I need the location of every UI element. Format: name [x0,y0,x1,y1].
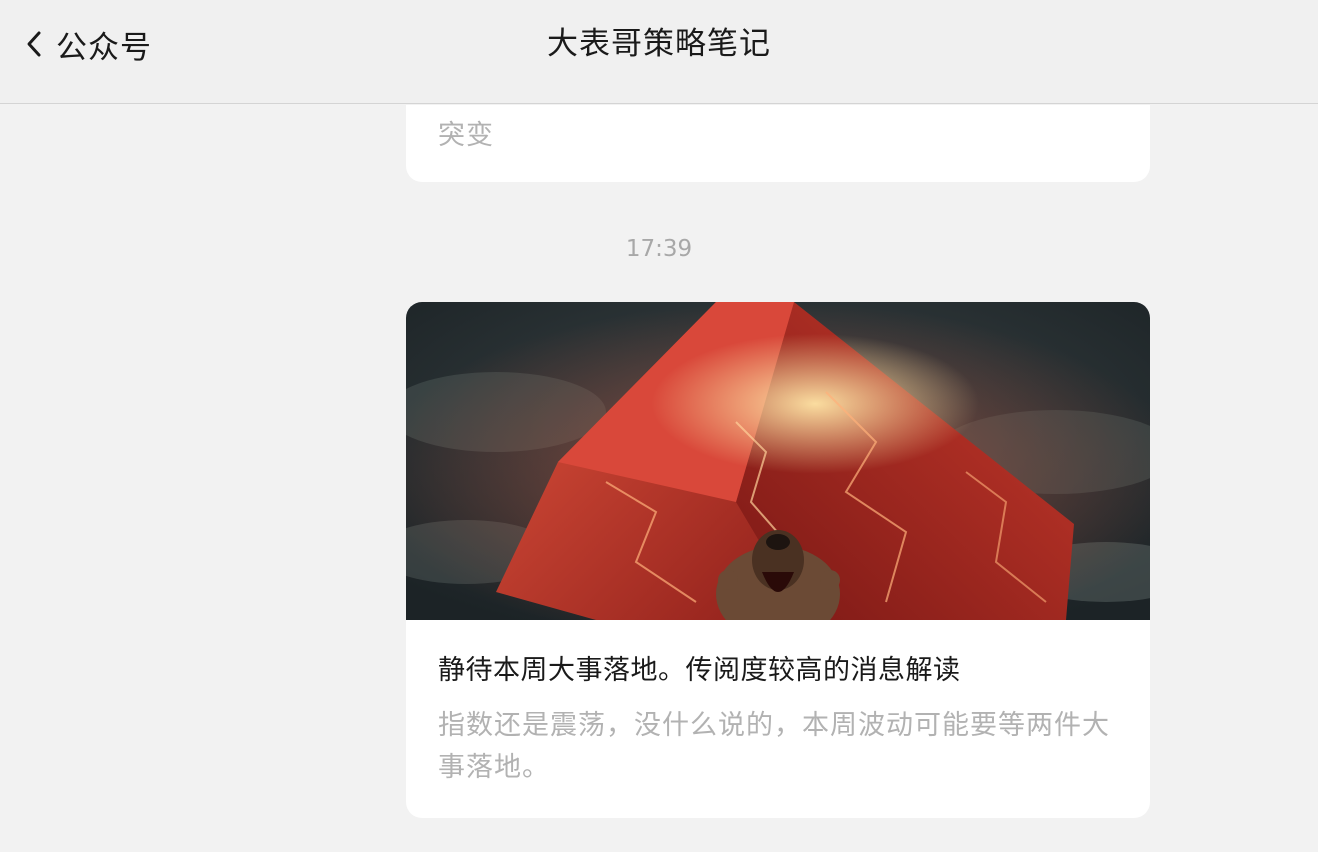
message-timestamp: 17:39 [625,236,693,262]
previous-article-summary-tail: 突变 [438,120,494,151]
article-card[interactable]: 静待本周大事落地。传阅度较高的消息解读 指数还是震荡，没什么说的，本周波动可能要… [406,302,1150,818]
message-list[interactable]: 突变 17:39 静待本周大事落地。传阅度较高的消息解读 指数还是震荡，没什么说… [0,105,1318,852]
article-cover-image [406,302,1150,620]
previous-article-card[interactable]: 突变 [406,105,1150,182]
top-navigation-bar: 公众号 大表哥策略笔记 [0,0,1318,104]
article-title: 静待本周大事落地。传阅度较高的消息解读 [438,655,961,686]
article-description: 指数还是震荡，没什么说的，本周波动可能要等两件大事落地。 [438,710,1110,783]
account-title: 大表哥策略笔记 [547,26,771,62]
